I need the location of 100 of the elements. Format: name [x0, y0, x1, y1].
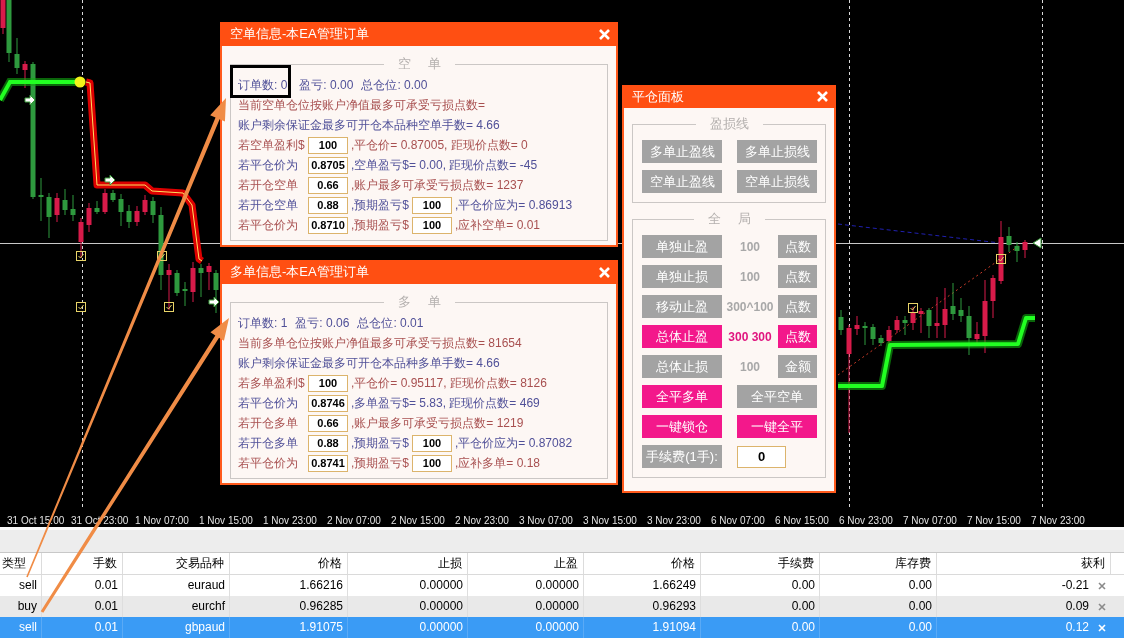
field-label: 若空单盈利$ [238, 137, 305, 152]
candle [86, 202, 92, 233]
time-label: 2 Nov 15:00 [391, 515, 445, 526]
input-field[interactable]: 100 [412, 216, 452, 234]
signal-dot-icon [74, 76, 86, 88]
candle [902, 315, 908, 336]
order-marker-icon [76, 251, 86, 261]
order-marker-icon [164, 302, 174, 312]
candle [198, 263, 204, 298]
candle [14, 37, 20, 75]
panel-button[interactable]: 全平多单 [642, 385, 722, 408]
group-title: 空 单 [396, 57, 443, 71]
candle [166, 263, 172, 311]
info-text: ,预期盈亏$ [351, 196, 409, 214]
input-field[interactable]: 0.66 [308, 414, 348, 432]
fee-label: 手续费(1手): [642, 445, 722, 468]
info-text: ,平仓价= 0.87005, 距现价点数= 0 [351, 136, 528, 154]
candle [70, 194, 76, 222]
column-header[interactable]: 库存费 [820, 553, 937, 574]
input-field[interactable]: 100 [412, 434, 452, 452]
time-label: 3 Nov 23:00 [647, 515, 701, 526]
input-field[interactable]: 0.8746 [308, 394, 348, 412]
table-row[interactable]: buy 0.01 eurchf 0.96285 0.00000 0.00000 0.96293 0.00 0.00 0.09 [0, 596, 1124, 617]
candle [110, 189, 116, 203]
candle [942, 287, 948, 339]
input-field[interactable]: 100 [308, 374, 348, 392]
close-icon[interactable] [1098, 602, 1106, 611]
candle [174, 269, 180, 297]
info-text: ,平仓价应为= 0.87082 [455, 434, 573, 452]
time-label: 7 Nov 07:00 [903, 515, 957, 526]
input-field[interactable]: 100 [308, 136, 348, 154]
candle [950, 282, 956, 321]
table-cell: gbpaud [123, 617, 230, 638]
time-label: 7 Nov 15:00 [967, 515, 1021, 526]
panel-button[interactable]: 一键锁仓 [642, 415, 722, 438]
info-text: ,预期盈亏$ [351, 216, 409, 234]
candle [62, 188, 68, 216]
candle [894, 315, 900, 334]
candle [38, 177, 44, 222]
group-title: 盈损线 [709, 117, 750, 131]
setting-value: 300 300 [728, 329, 772, 344]
table-cell: 1.91094 [584, 617, 701, 638]
candle [878, 334, 884, 347]
input-field[interactable]: 0.66 [308, 176, 348, 194]
column-header[interactable]: 手续费 [701, 553, 820, 574]
candle [22, 60, 28, 89]
table-cell: 0.00000 [468, 617, 584, 638]
table-cell: 0.00 [701, 617, 820, 638]
table-cell: 0.00 [820, 617, 937, 638]
column-header[interactable]: 价格 [584, 553, 701, 574]
candle [870, 323, 876, 346]
column-header[interactable]: 获利 [937, 553, 1111, 574]
setting-value: 100 [740, 359, 760, 374]
panel-button[interactable]: 一键全平 [737, 415, 817, 438]
column-header[interactable]: 止盈 [468, 553, 584, 574]
input-field[interactable]: 0.8710 [308, 216, 348, 234]
table-cell: sell [0, 617, 42, 638]
info-text: ,预期盈亏$ [351, 434, 409, 452]
candle [54, 192, 60, 223]
field-label: 若开仓多单 [238, 415, 298, 430]
close-icon[interactable] [1098, 581, 1106, 590]
input-field[interactable]: 0.8705 [308, 156, 348, 174]
time-label: 3 Nov 07:00 [519, 515, 573, 526]
setting-value: 100 [740, 269, 760, 284]
candle [990, 274, 996, 319]
time-label: 3 Nov 15:00 [583, 515, 637, 526]
setting-value: 300^100 [726, 299, 774, 314]
column-header[interactable]: 止损 [348, 553, 468, 574]
window-title: 空单信息-本EA管理订单 [230, 25, 369, 43]
panel-button[interactable]: 总体止盈 [642, 325, 722, 348]
input-field[interactable]: 0.88 [308, 196, 348, 214]
unit-button[interactable]: 点数 [778, 325, 817, 348]
input-field[interactable]: 0 [737, 445, 786, 468]
input-field[interactable]: 100 [412, 196, 452, 214]
column-header[interactable]: 交易品种 [123, 553, 230, 574]
window-title: 平仓面板 [632, 87, 684, 106]
time-label: 2 Nov 23:00 [455, 515, 509, 526]
order-marker-icon [908, 303, 918, 313]
candle [102, 188, 108, 215]
order-marker-icon [76, 302, 86, 312]
info-text: 账户剩余保证金最多可开仓本品种空单手数= 4.66 [238, 116, 500, 134]
time-label: 1 Nov 23:00 [263, 515, 317, 526]
candle [1014, 241, 1020, 263]
field-label: 若平仓价为 [238, 395, 298, 410]
field-label: 若平仓价为 [238, 217, 298, 232]
field-label: 若平仓价为 [238, 455, 298, 470]
time-label: 7 Nov 23:00 [1031, 515, 1085, 526]
field-label: 若平仓价为 [238, 157, 298, 172]
time-label: 1 Nov 15:00 [199, 515, 253, 526]
time-label: 6 Nov 15:00 [775, 515, 829, 526]
input-field[interactable]: 100 [412, 454, 452, 472]
summary-text: 总仓位: 0.01 [357, 316, 424, 330]
column-header[interactable]: 价格 [230, 553, 348, 574]
table-cell: 0.00000 [348, 617, 468, 638]
candle [134, 205, 140, 227]
candle [94, 200, 100, 215]
input-field[interactable]: 0.88 [308, 434, 348, 452]
info-text: 账户剩余保证金最多可开仓本品种多单手数= 4.66 [238, 354, 500, 372]
arrow-marker-icon [24, 94, 36, 106]
input-field[interactable]: 0.8741 [308, 454, 348, 472]
